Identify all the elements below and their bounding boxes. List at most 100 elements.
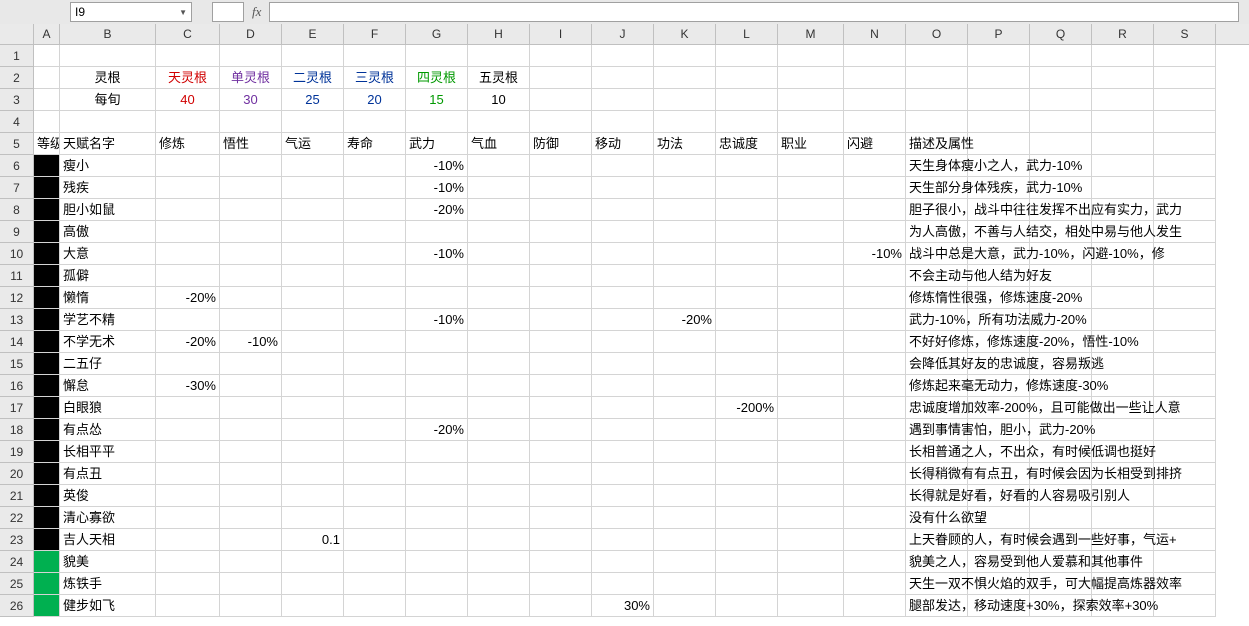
cell[interactable] [530,177,592,199]
cell[interactable]: 等级 [34,133,60,155]
cell[interactable] [1154,551,1216,573]
cell[interactable]: 天灵根 [156,67,220,89]
cell[interactable] [406,507,468,529]
cell[interactable] [344,441,406,463]
cell[interactable] [1154,67,1216,89]
cell[interactable] [654,177,716,199]
cell[interactable] [406,353,468,375]
cell[interactable] [282,155,344,177]
cell[interactable] [156,45,220,67]
cell[interactable] [778,243,844,265]
cell[interactable] [282,551,344,573]
cell[interactable] [844,67,906,89]
cell[interactable] [968,111,1030,133]
cell[interactable] [1030,111,1092,133]
cell[interactable] [344,397,406,419]
cell[interactable] [716,441,778,463]
cell[interactable] [406,397,468,419]
cell[interactable]: -10% [844,243,906,265]
cell[interactable] [592,89,654,111]
cell[interactable] [344,573,406,595]
cell[interactable] [968,45,1030,67]
row-header[interactable]: 16 [0,375,34,397]
cell[interactable] [778,551,844,573]
cell[interactable] [220,507,282,529]
cell[interactable] [654,331,716,353]
cell[interactable]: -10% [406,177,468,199]
cell[interactable] [282,331,344,353]
cell[interactable] [406,573,468,595]
cell[interactable] [1092,133,1154,155]
cell[interactable] [778,89,844,111]
cell[interactable] [654,441,716,463]
row-header[interactable]: 24 [0,551,34,573]
cell[interactable] [468,287,530,309]
cell[interactable] [1154,177,1216,199]
cell[interactable] [282,309,344,331]
cell[interactable] [654,375,716,397]
cell[interactable] [34,177,60,199]
cell[interactable] [1092,507,1154,529]
cell[interactable] [716,463,778,485]
cell[interactable] [844,287,906,309]
cell[interactable]: 英俊 [60,485,156,507]
cell[interactable] [344,287,406,309]
fx-label[interactable]: fx [252,4,261,20]
cell[interactable] [844,573,906,595]
cell[interactable] [844,419,906,441]
column-header[interactable]: H [468,24,530,44]
row-header[interactable]: 21 [0,485,34,507]
cell[interactable] [716,287,778,309]
cell[interactable] [344,463,406,485]
cell[interactable] [530,45,592,67]
column-header[interactable]: F [344,24,406,44]
cell[interactable] [654,463,716,485]
cell[interactable] [344,199,406,221]
cell[interactable] [1092,177,1154,199]
cell[interactable]: 四灵根 [406,67,468,89]
cell[interactable] [34,441,60,463]
column-header[interactable]: E [282,24,344,44]
row-header[interactable]: 10 [0,243,34,265]
cell[interactable] [282,463,344,485]
cell[interactable] [1154,309,1216,331]
cell[interactable] [34,199,60,221]
cell[interactable] [716,573,778,595]
cell[interactable] [592,45,654,67]
cell[interactable]: 学艺不精 [60,309,156,331]
cell[interactable] [844,529,906,551]
cell[interactable] [282,419,344,441]
cell[interactable] [34,287,60,309]
cell[interactable] [530,375,592,397]
cell[interactable]: 长得稍微有有点丑，有时候会因为长相受到排挤 [906,463,968,485]
cell[interactable] [344,243,406,265]
cell[interactable] [844,551,906,573]
cell[interactable] [1154,485,1216,507]
row-header[interactable]: 19 [0,441,34,463]
cell[interactable] [1154,89,1216,111]
cell[interactable] [592,331,654,353]
cell[interactable] [592,485,654,507]
cell[interactable] [282,265,344,287]
cell[interactable]: 高傲 [60,221,156,243]
cell[interactable] [468,111,530,133]
cell[interactable] [1154,111,1216,133]
cell[interactable]: 有点丑 [60,463,156,485]
cell[interactable]: -20% [406,419,468,441]
cell[interactable]: 上天眷顾的人，有时候会遇到一些好事，气运+ [906,529,968,551]
cell[interactable]: 吉人天相 [60,529,156,551]
cell[interactable] [156,507,220,529]
cell[interactable] [34,309,60,331]
cell[interactable] [592,287,654,309]
row-header[interactable]: 17 [0,397,34,419]
cell[interactable] [156,221,220,243]
cell[interactable] [778,111,844,133]
cell[interactable] [282,111,344,133]
cell[interactable] [530,573,592,595]
row-header[interactable]: 25 [0,573,34,595]
cell[interactable] [156,353,220,375]
cell[interactable] [220,573,282,595]
cell[interactable] [530,507,592,529]
column-header[interactable]: J [592,24,654,44]
cell[interactable] [468,441,530,463]
